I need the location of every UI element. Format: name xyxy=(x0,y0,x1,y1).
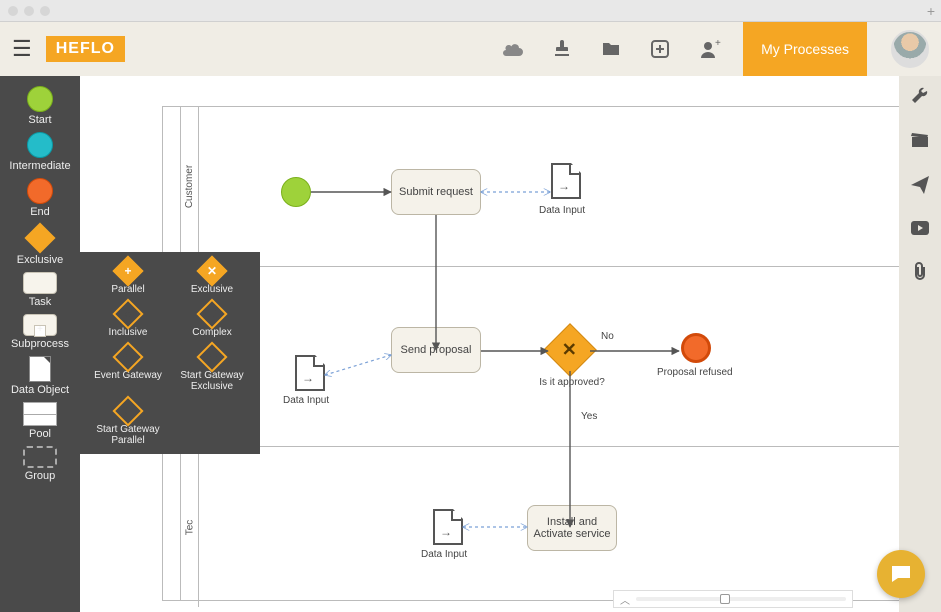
youtube-icon[interactable] xyxy=(911,221,929,240)
chat-fab[interactable] xyxy=(877,550,925,598)
palette-intermediate[interactable]: Intermediate xyxy=(9,130,70,174)
add-tab-icon[interactable]: + xyxy=(927,3,935,19)
flyout-parallel[interactable]: +Parallel xyxy=(86,258,170,297)
flyout-complex[interactable]: ✱Complex xyxy=(170,301,254,340)
topbar: ☰ HEFLO + My Processes xyxy=(0,22,941,76)
lane-2[interactable]: → Data Input Send proposal ✕ Is it appro… xyxy=(181,267,899,447)
flyout-inclusive[interactable]: ○Inclusive xyxy=(86,301,170,340)
palette-exclusive[interactable]: Exclusive xyxy=(17,222,63,268)
data-input-3[interactable]: → xyxy=(433,509,463,545)
lane-label: Tec xyxy=(184,519,195,535)
flyout-exclusive[interactable]: ✕Exclusive xyxy=(170,258,254,297)
avatar[interactable] xyxy=(891,30,929,68)
zoom-slider[interactable]: ︿ xyxy=(613,590,853,608)
right-rail xyxy=(899,76,941,612)
shape-palette: Start Intermediate End Exclusive Task Su… xyxy=(0,76,80,612)
plus-square-icon[interactable] xyxy=(643,40,677,58)
lane-customer[interactable]: Customer Submit request → Data Input xyxy=(181,107,899,267)
logo[interactable]: HEFLO xyxy=(46,36,125,62)
palette-end[interactable]: End xyxy=(27,176,53,220)
task-install-activate[interactable]: Install and Activate service xyxy=(527,505,617,551)
clapperboard-icon[interactable] xyxy=(911,131,929,154)
flyout-event-gateway[interactable]: ◎Event Gateway xyxy=(86,344,170,394)
data-input-2[interactable]: → xyxy=(295,355,325,391)
palette-task[interactable]: Task xyxy=(23,270,57,310)
pool[interactable]: Customer Submit request → Data Input → D… xyxy=(162,106,899,601)
paperclip-icon[interactable] xyxy=(912,262,928,285)
end-label: Proposal refused xyxy=(657,367,733,378)
lane-label: Customer xyxy=(184,165,195,208)
window-chrome: + xyxy=(0,0,941,22)
data-input-1[interactable]: → xyxy=(551,163,581,199)
data-input-3-label: Data Input xyxy=(421,549,467,560)
traffic-lights xyxy=(8,6,50,16)
send-icon[interactable] xyxy=(911,176,929,199)
palette-subprocess[interactable]: Subprocess xyxy=(11,312,69,352)
palette-group[interactable]: Group xyxy=(23,444,57,484)
gateway-approved[interactable]: ✕ xyxy=(543,323,597,377)
svg-text:+: + xyxy=(715,40,721,49)
end-event[interactable] xyxy=(681,333,711,363)
flyout-start-gateway-parallel[interactable]: ⊕Start Gateway Parallel xyxy=(86,398,170,448)
start-event[interactable] xyxy=(281,177,311,207)
gateway-label: Is it approved? xyxy=(533,377,611,388)
task-send-proposal[interactable]: Send proposal xyxy=(391,327,481,373)
add-user-icon[interactable]: + xyxy=(691,40,729,58)
edge-label-yes: Yes xyxy=(581,411,597,422)
data-input-1-label: Data Input xyxy=(539,205,585,216)
lane-tec[interactable]: Tec → Data Input Install and Activate se… xyxy=(181,447,899,607)
wrench-icon[interactable] xyxy=(911,86,929,109)
my-processes-button[interactable]: My Processes xyxy=(743,22,867,76)
gateway-flyout: +Parallel ✕Exclusive ○Inclusive ✱Complex… xyxy=(80,252,260,454)
collapse-zoom-icon[interactable]: ︿ xyxy=(620,592,630,607)
palette-pool[interactable]: Pool xyxy=(23,400,57,442)
edge-label-no: No xyxy=(601,331,614,342)
task-submit-request[interactable]: Submit request xyxy=(391,169,481,215)
data-input-2-label: Data Input xyxy=(283,395,329,406)
flyout-start-gateway-exclusive[interactable]: ◎Start Gateway Exclusive xyxy=(170,344,254,394)
folder-icon[interactable] xyxy=(593,41,629,57)
palette-start[interactable]: Start xyxy=(27,84,53,128)
palette-data-object[interactable]: Data Object xyxy=(11,354,69,398)
menu-icon[interactable]: ☰ xyxy=(12,36,32,62)
cloud-icon[interactable] xyxy=(495,41,531,57)
stamp-icon[interactable] xyxy=(545,40,579,58)
